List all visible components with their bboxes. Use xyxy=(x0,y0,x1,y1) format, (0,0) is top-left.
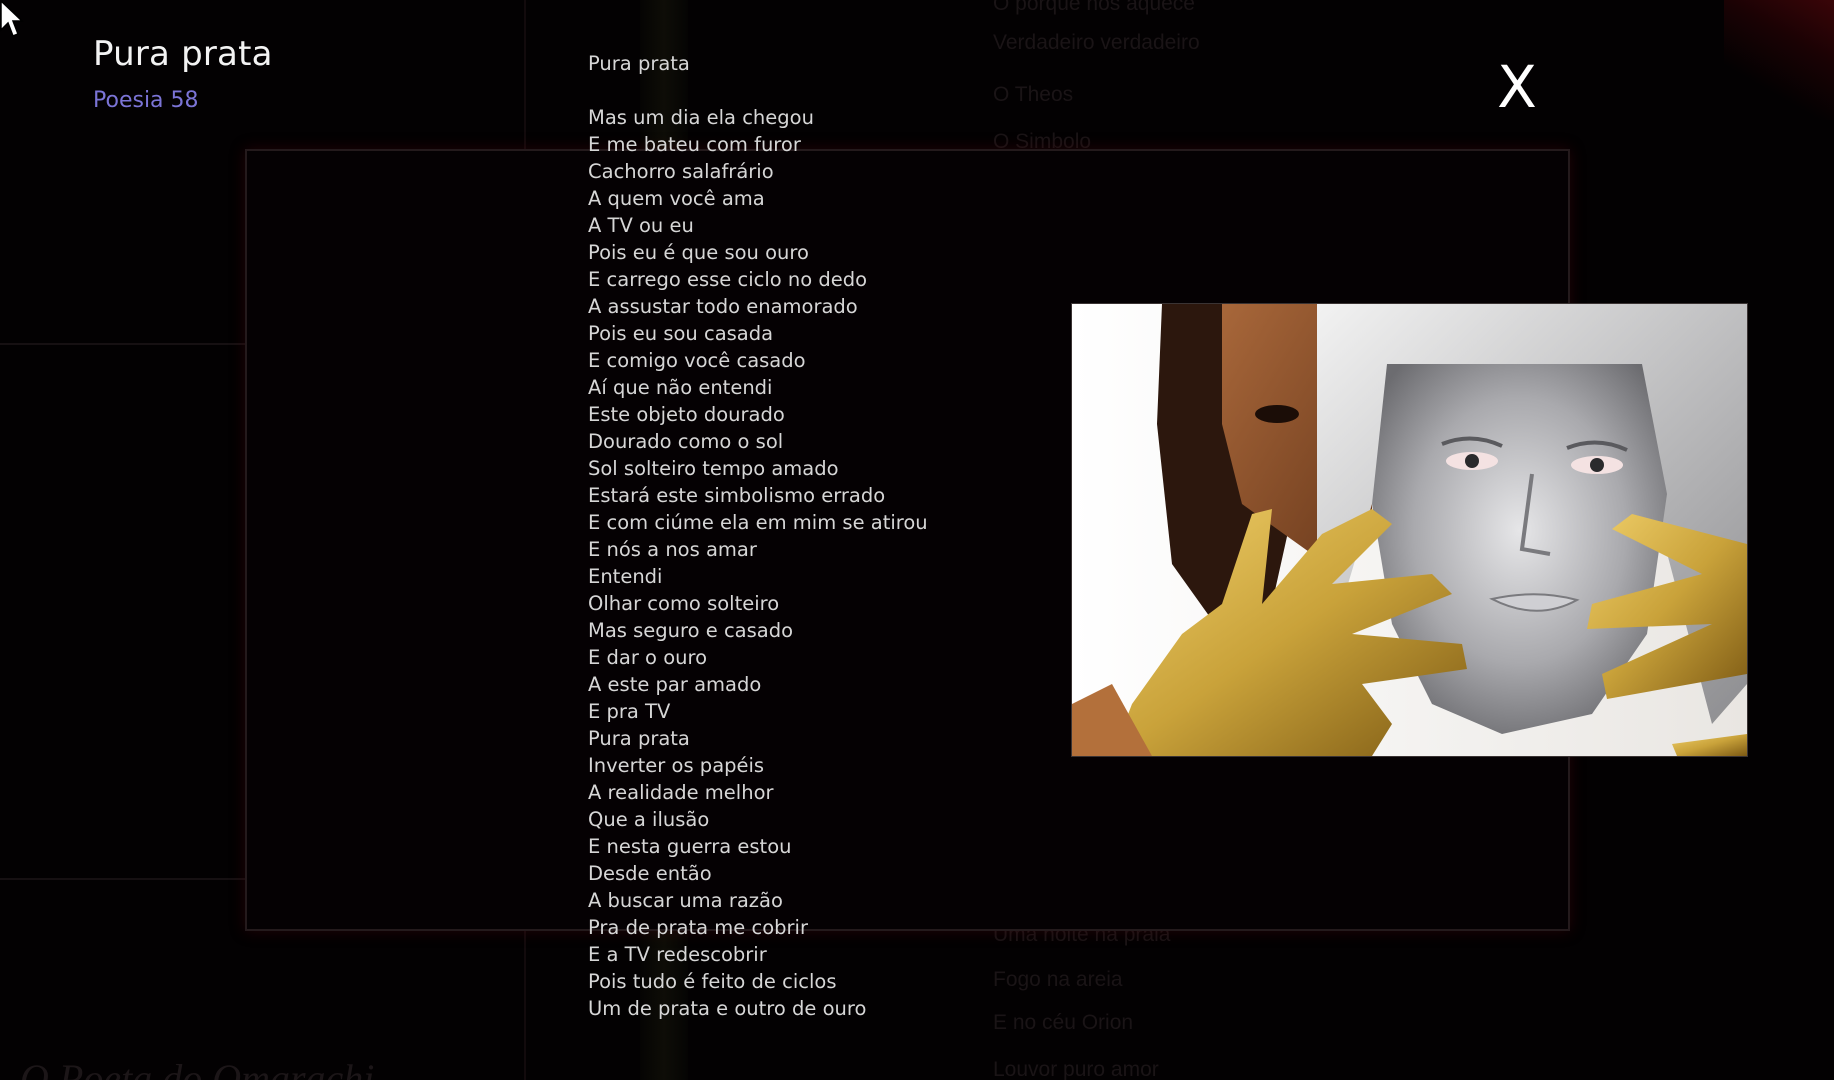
poem-line: A quem você ama xyxy=(588,187,765,210)
poem-line: E a TV redescobrir xyxy=(588,943,767,966)
background-rule-lower xyxy=(0,878,245,880)
poem-line: Aí que não entendi xyxy=(588,376,773,399)
background-menu-item: Fogo na areia xyxy=(993,968,1123,991)
page-subtitle: Poesia 58 xyxy=(93,88,199,113)
background-rule-upper xyxy=(0,343,245,345)
poem-line: A assustar todo enamorado xyxy=(588,295,858,318)
close-button[interactable]: X xyxy=(1491,54,1543,120)
poem-line: Cachorro salafrário xyxy=(588,160,774,183)
poem-illustration-drawing xyxy=(1072,304,1747,756)
poem-lines: Mas um dia ela chegou E me bateu com furo… xyxy=(588,104,928,1022)
poem-line: Um de prata e outro de ouro xyxy=(588,997,867,1020)
poem-line: A este par amado xyxy=(588,673,762,696)
poem-line: Sol solteiro tempo amado xyxy=(588,457,839,480)
poem-line: E me bateu com furor xyxy=(588,133,801,156)
background-menu-item: Verdadeiro verdadeiro xyxy=(993,31,1200,54)
poem-line: Pois eu é que sou ouro xyxy=(588,241,809,264)
background-menu-item: O porque nos aquece xyxy=(993,0,1195,15)
poem-line: E pra TV xyxy=(588,700,671,723)
poem-line: E nesta guerra estou xyxy=(588,835,792,858)
poem-line: E comigo você casado xyxy=(588,349,806,372)
poem-line: E dar o ouro xyxy=(588,646,707,669)
poem-line: E carrego esse ciclo no dedo xyxy=(588,268,868,291)
poem-line: Estará este simbolismo errado xyxy=(588,484,886,507)
poem-line: A realidade melhor xyxy=(588,781,774,804)
mouse-cursor-icon xyxy=(0,0,24,37)
poem-line: A buscar uma razão xyxy=(588,889,783,912)
poem-line: E com ciúme ela em mim se atirou xyxy=(588,511,928,534)
background-watermark: O Poeta do Omarachi xyxy=(20,1056,375,1080)
poem-title: Pura prata xyxy=(588,52,690,75)
poem-line: Mas um dia ela chegou xyxy=(588,106,814,129)
poem-illustration-image xyxy=(1071,303,1748,757)
background-menu-item: O Theos xyxy=(993,83,1074,106)
poem-line: A TV ou eu xyxy=(588,214,694,237)
background-red-corner xyxy=(1724,0,1834,120)
poem-line: Entendi xyxy=(588,565,663,588)
poem-line: Mas seguro e casado xyxy=(588,619,794,642)
page-title: Pura prata xyxy=(93,34,273,74)
poem-line: Inverter os papéis xyxy=(588,754,765,777)
background-menu-item: E no céu Orion xyxy=(993,1011,1134,1034)
poem-line: Pra de prata me cobrir xyxy=(588,916,808,939)
poem-line: Pois eu sou casada xyxy=(588,322,774,345)
poem-line: Pois tudo é feito de ciclos xyxy=(588,970,837,993)
poem-line: Pura prata xyxy=(588,727,690,750)
background-menu-item: Louvor puro amor xyxy=(993,1058,1159,1080)
poem-line: Dourado como o sol xyxy=(588,430,784,453)
poem-text: Pura prata Mas um dia ela chegou E me bat… xyxy=(588,50,928,1022)
poem-line: E nós a nos amar xyxy=(588,538,757,561)
poem-line: Desde então xyxy=(588,862,712,885)
poem-line: Que a ilusão xyxy=(588,808,710,831)
poem-line: Este objeto dourado xyxy=(588,403,785,426)
poem-line: Olhar como solteiro xyxy=(588,592,780,615)
